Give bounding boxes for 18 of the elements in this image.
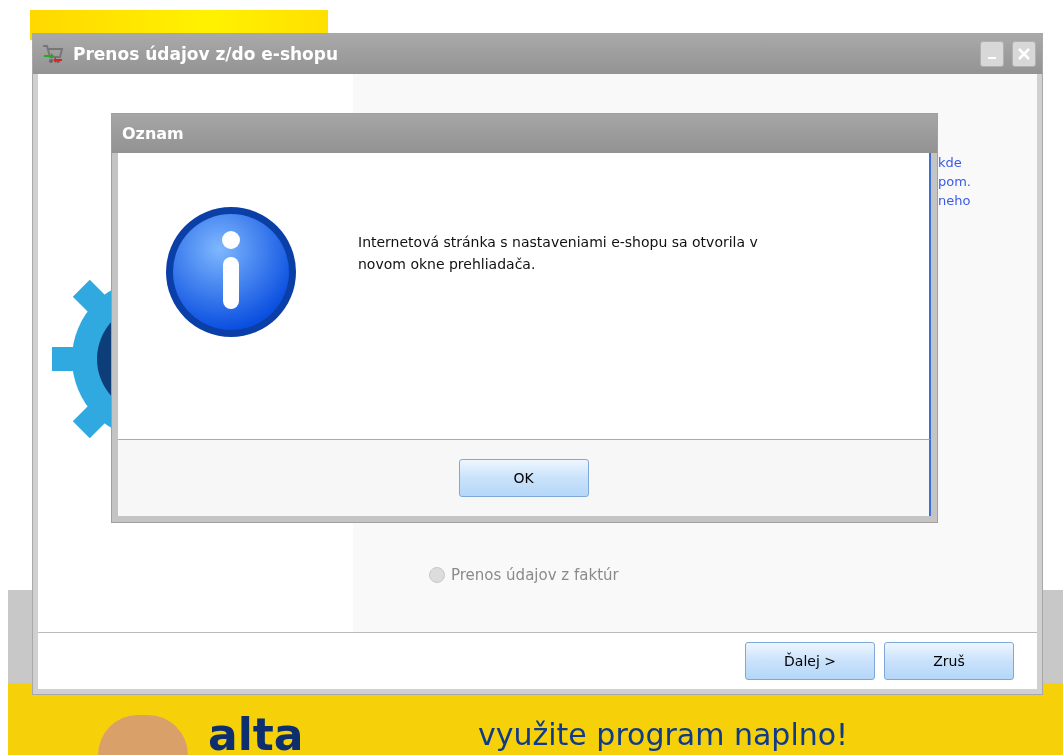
close-icon [1018, 48, 1030, 60]
dialog-title: Oznam [122, 124, 184, 143]
banner-slogan: využite program naplno! [478, 717, 849, 753]
ok-button[interactable]: OK [458, 459, 589, 497]
info-icon [164, 205, 298, 339]
help-text: pom. [938, 173, 971, 191]
minimize-button[interactable] [980, 41, 1004, 67]
minimize-icon [988, 57, 996, 59]
close-button[interactable] [1012, 41, 1036, 67]
help-text: neho [938, 192, 971, 210]
logo-text: alta [208, 715, 305, 755]
wizard-button[interactable]: Ďalej > [745, 642, 875, 680]
message-text: Internetová stránka s nastaveniami e-shopu sa otvorila v novom okne prehliadača. [358, 233, 759, 274]
window-title: Prenos údajov z/do e-shopu [73, 44, 340, 64]
wizard-button[interactable]: Zruš [884, 642, 1014, 680]
help-text: kde [938, 154, 963, 172]
cart-icon [41, 42, 65, 66]
radio-label: Prenos údajov z faktúr [451, 566, 619, 584]
